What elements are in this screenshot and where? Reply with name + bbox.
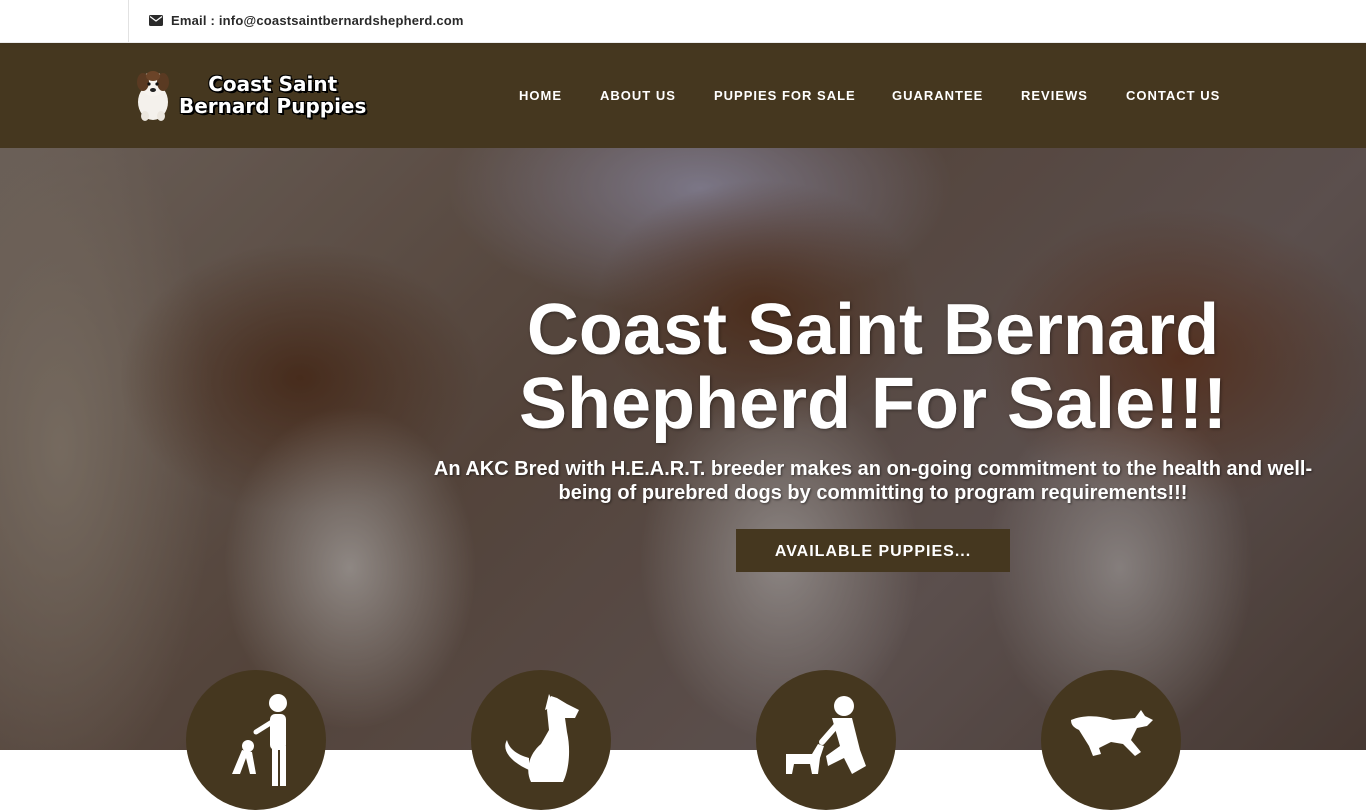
hero-section: Coast Saint Bernard Shepherd For Sale!!!…	[0, 148, 1366, 750]
nav-contact-us[interactable]: CONTACT US	[1126, 88, 1220, 103]
topbar-email[interactable]: Email : info@coastsaintbernardshepherd.c…	[149, 13, 464, 28]
feature-circle-care[interactable]	[756, 670, 896, 810]
kneeling-person-with-dog-icon	[786, 696, 866, 774]
feature-circle-sitting-dog[interactable]	[471, 670, 611, 810]
nav-about-us[interactable]: ABOUT US	[600, 88, 676, 103]
sitting-dog-icon	[505, 694, 579, 782]
hero-title-line-1: Coast Saint Bernard	[526, 290, 1220, 370]
nav-puppies-for-sale[interactable]: PUPPIES FOR SALE	[714, 88, 856, 103]
person-with-dog-icon	[232, 694, 287, 786]
nav-home[interactable]: HOME	[519, 88, 562, 103]
hero-title-line-2: Shepherd For Sale!!!	[518, 364, 1228, 444]
email-text[interactable]: Email : info@coastsaintbernardshepherd.c…	[171, 13, 464, 28]
topbar-divider	[128, 0, 129, 42]
nav-guarantee[interactable]: GUARANTEE	[892, 88, 983, 103]
hero-content: Coast Saint Bernard Shepherd For Sale!!!…	[422, 293, 1324, 572]
hero-subtitle: An AKC Bred with H.E.A.R.T. breeder make…	[433, 458, 1313, 504]
running-dog-icon	[1071, 710, 1153, 756]
envelope-icon	[149, 15, 163, 26]
top-bar: Email : info@coastsaintbernardshepherd.c…	[0, 0, 1366, 43]
site-header: Coast Saint Bernard Puppies HOME ABOUT U…	[0, 42, 1366, 148]
nav-reviews[interactable]: REVIEWS	[1021, 88, 1088, 103]
available-puppies-button[interactable]: AVAILABLE PUPPIES...	[736, 529, 1010, 572]
hero-title: Coast Saint Bernard Shepherd For Sale!!!	[422, 293, 1324, 441]
feature-circle-activity[interactable]	[1041, 670, 1181, 810]
main-nav: HOME ABOUT US PUPPIES FOR SALE GUARANTEE…	[0, 88, 1366, 108]
feature-circle-training[interactable]	[186, 670, 326, 810]
